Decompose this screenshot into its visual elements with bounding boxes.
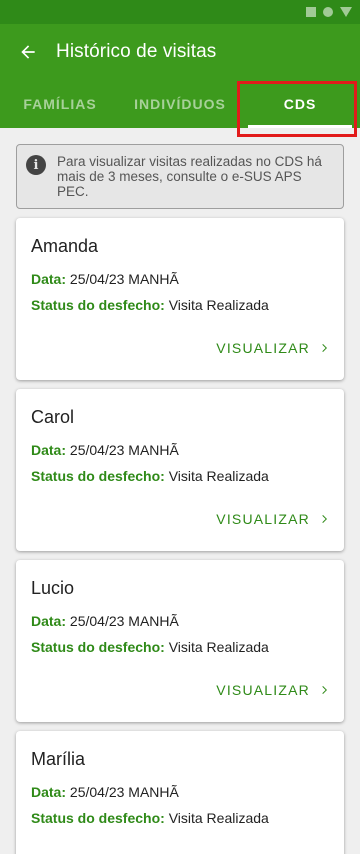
visit-status-row: Status do desfecho: Visita Realizada: [31, 297, 329, 313]
info-banner: i Para visualizar visitas realizadas no …: [16, 144, 344, 209]
status-circle-icon: [323, 7, 333, 17]
page-title: Histórico de visitas: [56, 41, 217, 62]
app-bar: Histórico de visitas: [0, 24, 360, 80]
date-label: Data:: [31, 784, 67, 800]
info-text: Para visualizar visitas realizadas no CD…: [57, 154, 322, 199]
view-button[interactable]: VISUALIZAR: [216, 682, 330, 698]
chevron-right-icon: [318, 342, 330, 354]
view-button[interactable]: VISUALIZAR: [216, 511, 330, 527]
tab-familias[interactable]: FAMÍLIAS: [0, 80, 120, 128]
visit-date: 25/04/23 MANHÃ: [69, 784, 179, 800]
visit-status-row: Status do desfecho: Visita Realizada: [31, 810, 329, 826]
status-label: Status do desfecho:: [31, 297, 165, 313]
date-label: Data:: [31, 613, 67, 629]
visit-card: Marília Data: 25/04/23 MANHÃ Status do d…: [16, 731, 344, 854]
visit-name: Marília: [31, 749, 86, 769]
status-bar: [0, 0, 360, 24]
visit-date-row: Data: 25/04/23 MANHÃ: [31, 784, 329, 800]
view-button-label: VISUALIZAR: [216, 340, 310, 356]
date-label: Data:: [31, 442, 67, 458]
tab-bar: FAMÍLIAS INDIVÍDUOS CDS: [0, 80, 360, 128]
visit-date-row: Data: 25/04/23 MANHÃ: [31, 442, 329, 458]
back-button[interactable]: [16, 40, 40, 64]
visit-date-row: Data: 25/04/23 MANHÃ: [31, 271, 329, 287]
visit-name: Lucio: [31, 578, 75, 598]
status-label: Status do desfecho:: [31, 468, 165, 484]
visit-status: Visita Realizada: [168, 468, 269, 484]
status-square-icon: [306, 7, 316, 17]
visit-status: Visita Realizada: [168, 297, 269, 313]
visit-date: 25/04/23 MANHÃ: [69, 271, 179, 287]
status-label: Status do desfecho:: [31, 810, 165, 826]
chevron-right-icon: [318, 684, 330, 696]
date-label: Data:: [31, 271, 67, 287]
visit-date: 25/04/23 MANHÃ: [69, 442, 179, 458]
status-label: Status do desfecho:: [31, 639, 165, 655]
info-icon: i: [26, 155, 46, 175]
visit-status-row: Status do desfecho: Visita Realizada: [31, 468, 329, 484]
visit-status: Visita Realizada: [168, 639, 269, 655]
chevron-right-icon: [318, 513, 330, 525]
visit-date-row: Data: 25/04/23 MANHÃ: [31, 613, 329, 629]
visit-date: 25/04/23 MANHÃ: [69, 613, 179, 629]
status-triangle-icon: [340, 7, 352, 17]
visit-status-row: Status do desfecho: Visita Realizada: [31, 639, 329, 655]
arrow-left-icon: [21, 45, 35, 59]
visit-card: Carol Data: 25/04/23 MANHÃ Status do des…: [16, 389, 344, 551]
tab-cds[interactable]: CDS: [240, 80, 360, 128]
view-button-label: VISUALIZAR: [216, 682, 310, 698]
visit-name: Carol: [31, 407, 75, 427]
visit-status: Visita Realizada: [168, 810, 269, 826]
visit-name: Amanda: [31, 236, 99, 256]
visit-card: Lucio Data: 25/04/23 MANHÃ Status do des…: [16, 560, 344, 722]
content: i Para visualizar visitas realizadas no …: [0, 128, 360, 854]
view-button[interactable]: VISUALIZAR: [216, 340, 330, 356]
tab-individuos[interactable]: INDIVÍDUOS: [120, 80, 240, 128]
visit-card: Amanda Data: 25/04/23 MANHÃ Status do de…: [16, 218, 344, 380]
view-button-label: VISUALIZAR: [216, 511, 310, 527]
